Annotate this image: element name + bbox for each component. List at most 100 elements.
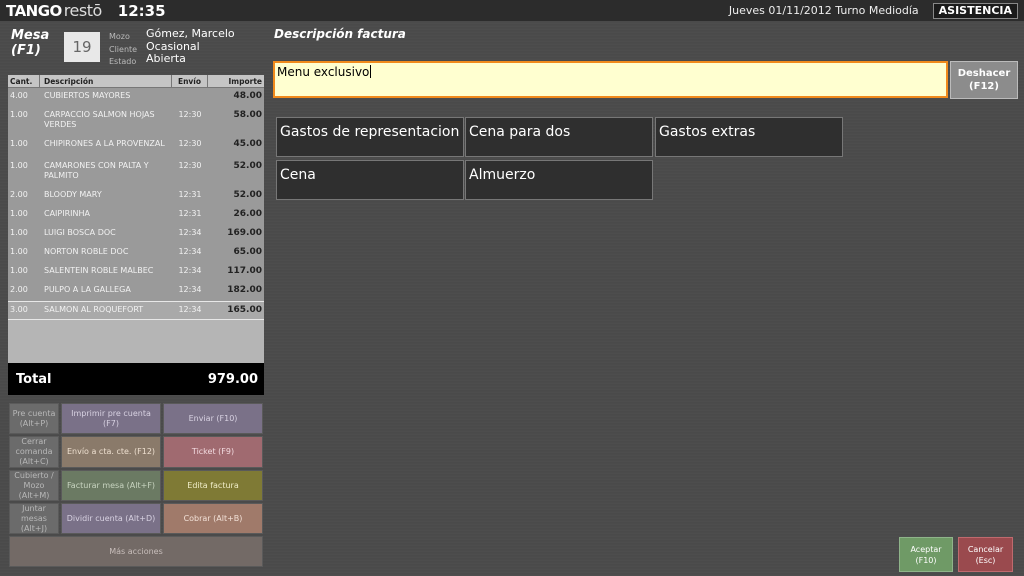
items-table: Cant. Descripción Envío Importe 4.00 CUB… [8, 75, 264, 363]
cliente-label: Cliente [109, 44, 138, 54]
aceptar-button[interactable]: Aceptar (F10) [899, 537, 953, 572]
cobrar-button[interactable]: Cobrar (Alt+B) [163, 503, 263, 534]
row-envio: 12:34 [178, 266, 202, 275]
row-cant: 1.00 [10, 139, 28, 148]
meta-labels: Mozo Cliente Estado [109, 31, 137, 69]
aceptar-label: Aceptar [910, 544, 942, 554]
table-row[interactable]: 4.00 CUBIERTOS MAYORES 48.00 [8, 88, 264, 103]
total-bar: Total 979.00 [8, 363, 264, 395]
row-desc: NORTON ROBLE DOC [44, 247, 129, 256]
envio-cta-cte-button[interactable]: Envío a cta. cte. (F12) [61, 436, 161, 468]
logo-tango: TANGO [6, 2, 62, 20]
header-cant: Cant. [8, 75, 40, 87]
table-row[interactable]: 1.00 CAIPIRINHA 12:31 26.00 [8, 206, 264, 225]
row-envio: 12:34 [178, 228, 202, 237]
row-importe: 165.00 [227, 305, 262, 315]
ticket-button[interactable]: Ticket (F9) [163, 436, 263, 468]
mesa-label: Mesa [11, 28, 50, 43]
edita-factura-button[interactable]: Edita factura [163, 470, 263, 501]
header-desc: Descripción [40, 75, 172, 87]
row-desc: BLOODY MARY [44, 190, 102, 199]
row-desc: CHIPIRONES A LA PROVENZAL [44, 139, 165, 148]
btn-line: Pre cuenta [12, 408, 56, 418]
juntar-mesas-button[interactable]: Juntar mesas (Alt+J) [9, 503, 59, 534]
row-envio: 12:30 [178, 139, 202, 148]
row-cant: 3.00 [10, 305, 28, 314]
option-cena-para-dos[interactable]: Cena para dos [465, 117, 653, 157]
cancelar-label: Cancelar [967, 544, 1004, 554]
mesa-shortcut: (F1) [11, 43, 41, 58]
btn-shortcut: (Alt+C) [19, 457, 49, 466]
row-cant: 2.00 [10, 285, 28, 294]
row-importe: 65.00 [233, 247, 262, 257]
asistencia-button[interactable]: ASISTENCIA [932, 2, 1018, 19]
items-empty-area [8, 320, 264, 363]
facturar-mesa-button[interactable]: Facturar mesa (Alt+F) [61, 470, 161, 501]
row-importe: 169.00 [227, 228, 262, 238]
meta-values: Gómez, Marcelo Ocasional Abierta [146, 27, 235, 66]
table-row[interactable]: 1.00 CARPACCIO SALMON HOJAS VERDES 12:30… [8, 103, 264, 136]
mas-acciones-button[interactable]: Más acciones [9, 536, 263, 567]
header-importe: Importe [228, 76, 263, 86]
total-value: 979.00 [207, 371, 258, 387]
option-gastos-representacion[interactable]: Gastos de representacion [276, 117, 464, 157]
table-row[interactable]: 1.00 CAMARONES CON PALTA Y PALMITO 12:30… [8, 154, 264, 187]
row-envio: 12:30 [178, 161, 202, 170]
cubierto-mozo-button[interactable]: Cubierto / Mozo (Alt+M) [9, 470, 59, 501]
option-almuerzo[interactable]: Almuerzo [465, 160, 653, 200]
table-row[interactable]: 2.00 PULPO A LA GALLEGA 12:34 182.00 [8, 282, 264, 301]
row-desc: CAIPIRINHA [44, 209, 90, 218]
row-cant: 1.00 [10, 266, 28, 275]
deshacer-button[interactable]: Deshacer (F12) [950, 61, 1018, 99]
row-envio: 12:30 [178, 110, 202, 119]
option-cena[interactable]: Cena [276, 160, 464, 200]
items-table-header: Cant. Descripción Envío Importe [8, 75, 264, 88]
row-cant: 1.00 [10, 161, 28, 170]
row-importe: 117.00 [227, 266, 262, 276]
header-envio: Envío [172, 75, 208, 87]
text-caret [370, 65, 372, 78]
option-gastos-extras[interactable]: Gastos extras [655, 117, 843, 157]
description-input[interactable]: Menu exclusivo [273, 61, 948, 98]
row-desc: CAMARONES CON PALTA Y PALMITO [44, 161, 149, 180]
row-importe: 26.00 [233, 209, 262, 219]
logo-resto: restō [63, 1, 102, 20]
cancelar-button[interactable]: Cancelar (Esc) [958, 537, 1013, 572]
table-row[interactable]: 1.00 NORTON ROBLE DOC 12:34 65.00 [8, 244, 264, 263]
row-desc: PULPO A LA GALLEGA [44, 285, 131, 294]
deshacer-shortcut: (F12) [969, 81, 999, 92]
btn-line: Mozo [23, 480, 45, 490]
estado-label: Estado [109, 57, 137, 66]
enviar-button[interactable]: Enviar (F10) [163, 403, 263, 434]
mozo-label: Mozo [109, 32, 130, 41]
row-desc: SALENTEIN ROBLE MALBEC [44, 266, 154, 275]
btn-line: Cubierto / [14, 470, 54, 480]
row-desc: LUIGI BOSCA DOC [44, 228, 116, 237]
row-importe: 48.00 [233, 91, 262, 101]
row-envio: 12:34 [178, 247, 202, 256]
table-row[interactable]: 1.00 CHIPIRONES A LA PROVENZAL 12:30 45.… [8, 136, 264, 154]
cerrar-comanda-button[interactable]: Cerrar comanda (Alt+C) [9, 436, 59, 468]
row-envio: 12:31 [178, 190, 202, 199]
row-desc: CUBIERTOS MAYORES [44, 91, 131, 100]
date-shift: Jueves 01/11/2012 Turno Mediodía [728, 4, 919, 17]
table-row[interactable]: 2.00 BLOODY MARY 12:31 52.00 [8, 187, 264, 206]
mesa-button[interactable]: Mesa (F1) [11, 28, 49, 58]
btn-line: Cerrar [21, 437, 47, 446]
description-title: Descripción factura [274, 27, 406, 41]
dividir-cuenta-button[interactable]: Dividir cuenta (Alt+D) [61, 503, 161, 534]
row-envio: 12:31 [178, 209, 202, 218]
table-row[interactable]: 1.00 SALENTEIN ROBLE MALBEC 12:34 117.00 [8, 263, 264, 282]
row-cant: 4.00 [10, 91, 28, 100]
btn-shortcut: (Alt+M) [18, 490, 50, 500]
row-cant: 1.00 [10, 247, 28, 256]
pre-cuenta-button[interactable]: Pre cuenta (Alt+P) [9, 403, 59, 434]
table-row[interactable]: 1.00 LUIGI BOSCA DOC 12:34 169.00 [8, 225, 264, 244]
row-importe: 45.00 [233, 139, 262, 149]
table-row-selected[interactable]: 3.00 SALMON AL ROQUEFORT 12:34 165.00 [8, 301, 264, 320]
imprimir-pre-cuenta-button[interactable]: Imprimir pre cuenta (F7) [61, 403, 161, 434]
row-desc: CARPACCIO SALMON HOJAS VERDES [44, 110, 155, 129]
row-cant: 1.00 [10, 228, 28, 237]
mozo-value: Gómez, Marcelo [146, 27, 235, 40]
btn-line: mesas [21, 513, 47, 523]
